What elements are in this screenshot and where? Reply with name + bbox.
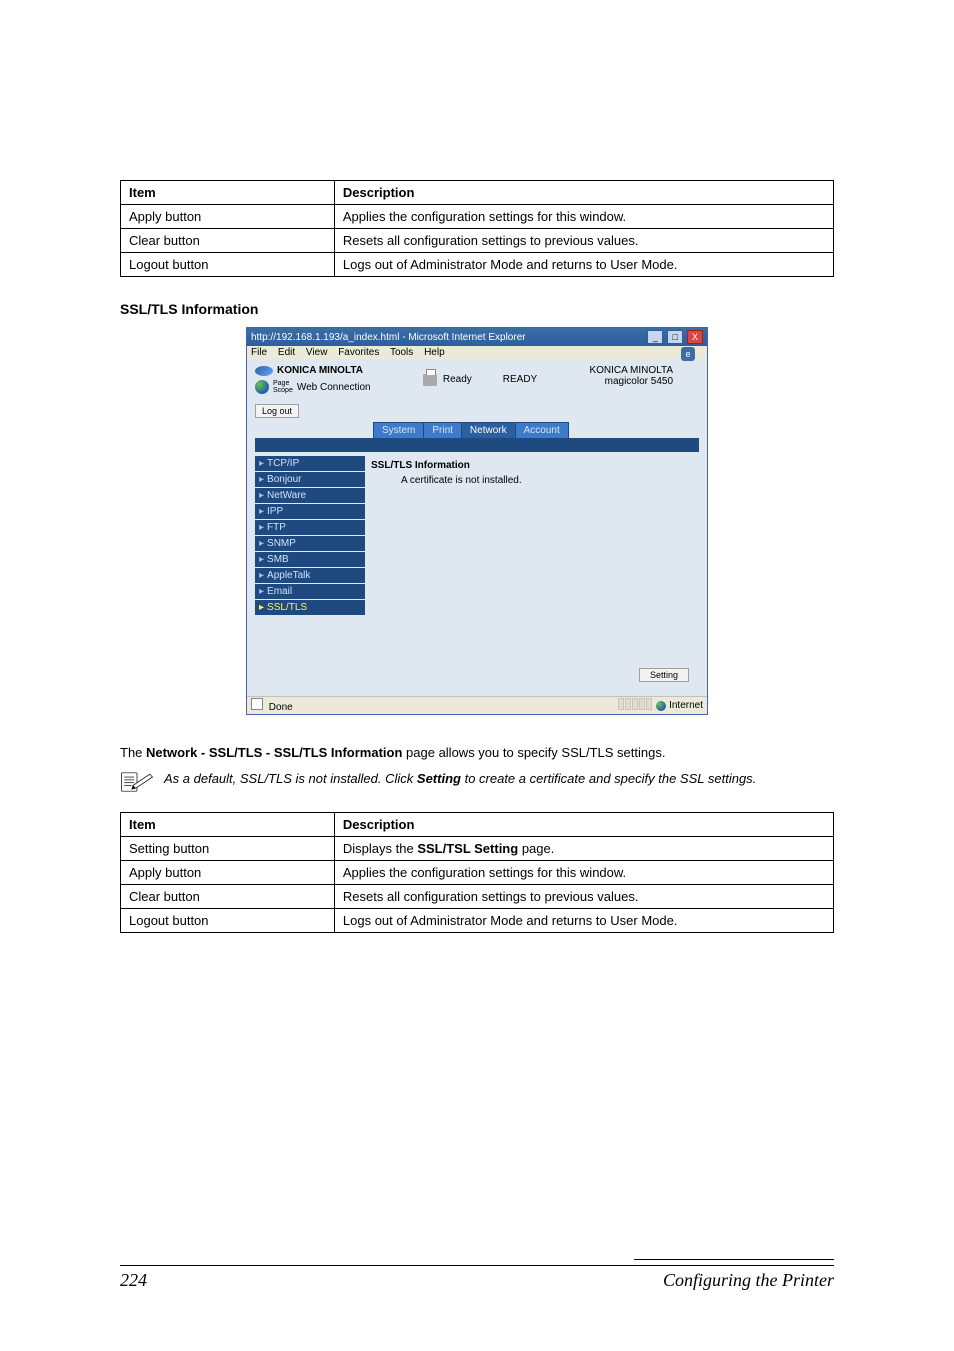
content-msg: A certificate is not installed. [401, 475, 693, 486]
th-desc: Description [334, 813, 833, 837]
page-footer: 224 Configuring the Printer [120, 1265, 834, 1291]
menu-favorites[interactable]: Favorites [338, 347, 379, 358]
ie-titlebar: http://192.168.1.193/a_index.html - Micr… [247, 328, 707, 346]
note-row: As a default, SSL/TLS is not installed. … [120, 770, 834, 794]
ie-title-text: http://192.168.1.193/a_index.html - Micr… [251, 332, 526, 343]
status-done-text: Done [269, 702, 293, 713]
bottom-table: Item Description Setting button Displays… [120, 812, 834, 933]
globe-icon [656, 701, 666, 711]
ie-logo-icon: e [681, 347, 695, 361]
status-zone-text: Internet [669, 700, 703, 711]
status-separator [618, 698, 653, 713]
table-row: Logout button Logs out of Administrator … [121, 909, 834, 933]
content-title: SSL/TLS Information [371, 460, 693, 471]
table-row: Clear button Resets all configuration se… [121, 229, 834, 253]
printer-icon [423, 374, 437, 386]
top-table: Item Description Apply button Applies th… [120, 180, 834, 277]
brand-oval-icon [255, 366, 273, 376]
menu-view[interactable]: View [306, 347, 328, 358]
status-ready-big: READY [503, 374, 537, 385]
table-row: Clear button Resets all configuration se… [121, 885, 834, 909]
menu-file[interactable]: File [251, 347, 267, 358]
logout-button[interactable]: Log out [255, 404, 299, 418]
table-row: Apply button Applies the configuration s… [121, 205, 834, 229]
section-heading: SSL/TLS Information [120, 301, 834, 317]
window-min-icon[interactable]: _ [647, 330, 663, 344]
tab-account[interactable]: Account [515, 422, 569, 439]
sidenav-ipp[interactable]: ▸IPP [255, 504, 365, 520]
th-desc: Description [334, 181, 833, 205]
note-icon [120, 770, 154, 794]
ie-menubar: e File Edit View Favorites Tools Help [247, 346, 707, 359]
side-nav: ▸TCP/IP ▸Bonjour ▸NetWare ▸IPP ▸FTP ▸SNM… [255, 456, 365, 662]
menu-edit[interactable]: Edit [278, 347, 295, 358]
sidenav-bonjour[interactable]: ▸Bonjour [255, 472, 365, 488]
status-box: Ready READY [423, 365, 537, 394]
window-max-icon[interactable]: □ [667, 330, 683, 344]
tabs: System Print Network Account [373, 422, 699, 439]
sidenav-snmp[interactable]: ▸SNMP [255, 536, 365, 552]
sidenav-tcpip[interactable]: ▸TCP/IP [255, 456, 365, 472]
sidenav-appletalk[interactable]: ▸AppleTalk [255, 568, 365, 584]
sidenav-smb[interactable]: ▸SMB [255, 552, 365, 568]
sidenav-ftp[interactable]: ▸FTP [255, 520, 365, 536]
sidenav-netware[interactable]: ▸NetWare [255, 488, 365, 504]
setting-button[interactable]: Setting [639, 668, 689, 682]
ie-window: http://192.168.1.193/a_index.html - Micr… [246, 327, 708, 715]
table-row: Setting button Displays the SSL/TSL Sett… [121, 837, 834, 861]
page-number: 224 [120, 1270, 147, 1291]
menu-tools[interactable]: Tools [390, 347, 413, 358]
tab-network[interactable]: Network [461, 422, 516, 439]
brand2-text: Web Connection [297, 382, 371, 393]
tab-print[interactable]: Print [423, 422, 462, 439]
model-box: KONICA MINOLTA magicolor 5450 [589, 365, 673, 394]
brand-box: KONICA MINOLTA Page Scope Web Connection [255, 365, 371, 394]
footer-title: Configuring the Printer [663, 1270, 834, 1291]
intro-paragraph: The Network - SSL/TLS - SSL/TLS Informat… [120, 745, 834, 760]
tab-system[interactable]: System [373, 422, 424, 439]
sidenav-ssltls[interactable]: ▸SSL/TLS [255, 600, 365, 616]
brand-text: KONICA MINOLTA [277, 365, 363, 376]
brand-earth-icon [255, 380, 269, 394]
sidenav-email[interactable]: ▸Email [255, 584, 365, 600]
status-ready-small: Ready [443, 374, 472, 385]
table-row: Logout button Logs out of Administrator … [121, 253, 834, 277]
done-icon [251, 698, 263, 710]
menu-help[interactable]: Help [424, 347, 445, 358]
note-text: As a default, SSL/TLS is not installed. … [164, 770, 756, 788]
ie-status-bar: Done Internet [247, 696, 707, 714]
th-item: Item [121, 813, 335, 837]
th-item: Item [121, 181, 335, 205]
table-row: Apply button Applies the configuration s… [121, 861, 834, 885]
window-close-icon[interactable]: X [687, 330, 703, 344]
content-pane: SSL/TLS Information A certificate is not… [365, 452, 699, 662]
